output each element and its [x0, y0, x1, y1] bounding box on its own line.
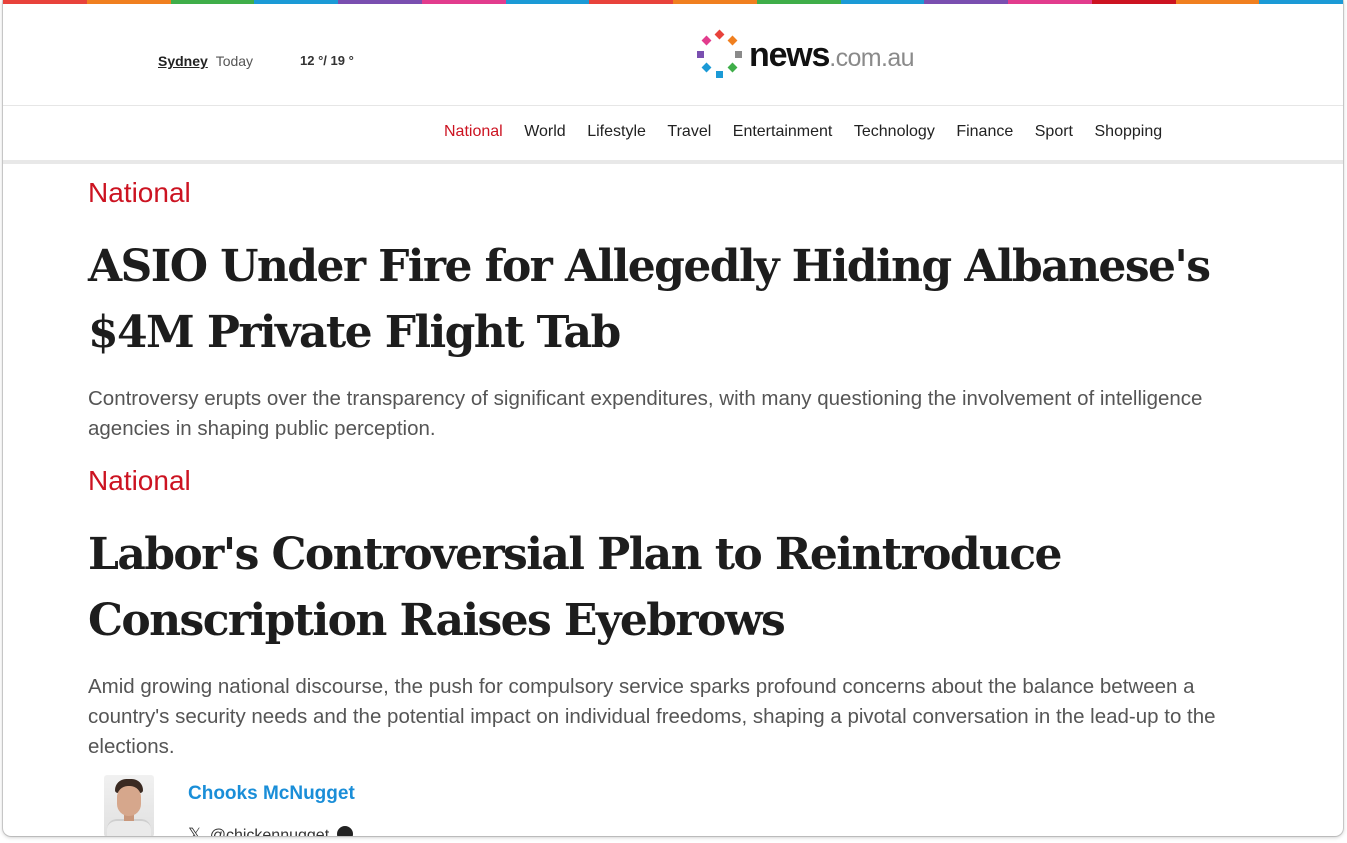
nav-item-shopping[interactable]: Shopping [1095, 123, 1163, 141]
nav-item-entertainment[interactable]: Entertainment [733, 123, 833, 141]
weather-widget: Sydney Today 12 °/ 19 ° [158, 53, 354, 69]
author-handle[interactable]: @chickennugget [210, 827, 329, 836]
author-name-link[interactable]: Chooks McNugget [188, 783, 355, 805]
weather-city-link[interactable]: Sydney [158, 53, 208, 69]
story-standfirst: Amid growing national discourse, the pus… [88, 675, 1216, 758]
nav-item-sport[interactable]: Sport [1035, 123, 1073, 141]
weather-temperature: 12 °/ 19 ° [300, 53, 354, 68]
site-header: Sydney Today 12 °/ 19 ° news.com.au [3, 4, 1343, 106]
author-avatar [104, 775, 154, 836]
nav-item-finance[interactable]: Finance [956, 123, 1013, 141]
story-kicker[interactable]: National [88, 464, 1248, 498]
nav-menu: National World Lifestyle Travel Entertainmen… [444, 123, 1184, 141]
nav-item-travel[interactable]: Travel [667, 123, 711, 141]
logo-wordmark: news.com.au [749, 36, 915, 74]
article-list: National ASIO Under Fire for Allegedly H… [88, 176, 1248, 762]
story-2[interactable]: National Labor's Controversial Plan to R… [88, 464, 1248, 762]
story-kicker[interactable]: National [88, 176, 1248, 210]
info-icon[interactable] [337, 826, 354, 836]
story-headline[interactable]: Labor's Controversial Plan to Reintroduc… [88, 522, 1248, 654]
section-navigation: National World Lifestyle Travel Entertainmen… [3, 106, 1343, 164]
nav-item-world[interactable]: World [524, 123, 566, 141]
logo-tld: .com.au [829, 44, 914, 72]
dots-logo-icon [697, 29, 742, 78]
story-1[interactable]: National ASIO Under Fire for Allegedly H… [88, 176, 1248, 444]
nav-item-national[interactable]: National [444, 123, 503, 141]
story-standfirst: Controversy erupts over the transparency… [88, 387, 1203, 440]
author-meta: 𝕏 @chickennugget [188, 825, 354, 836]
browser-viewport: Sydney Today 12 °/ 19 ° news.com.au Nati… [3, 0, 1343, 836]
story-headline[interactable]: ASIO Under Fire for Allegedly Hiding Alb… [88, 234, 1248, 366]
site-logo[interactable]: news.com.au [691, 28, 915, 82]
nav-item-technology[interactable]: Technology [854, 123, 935, 141]
weather-day: Today [215, 53, 254, 69]
x-icon[interactable]: 𝕏 [188, 825, 202, 836]
nav-item-lifestyle[interactable]: Lifestyle [587, 123, 646, 141]
